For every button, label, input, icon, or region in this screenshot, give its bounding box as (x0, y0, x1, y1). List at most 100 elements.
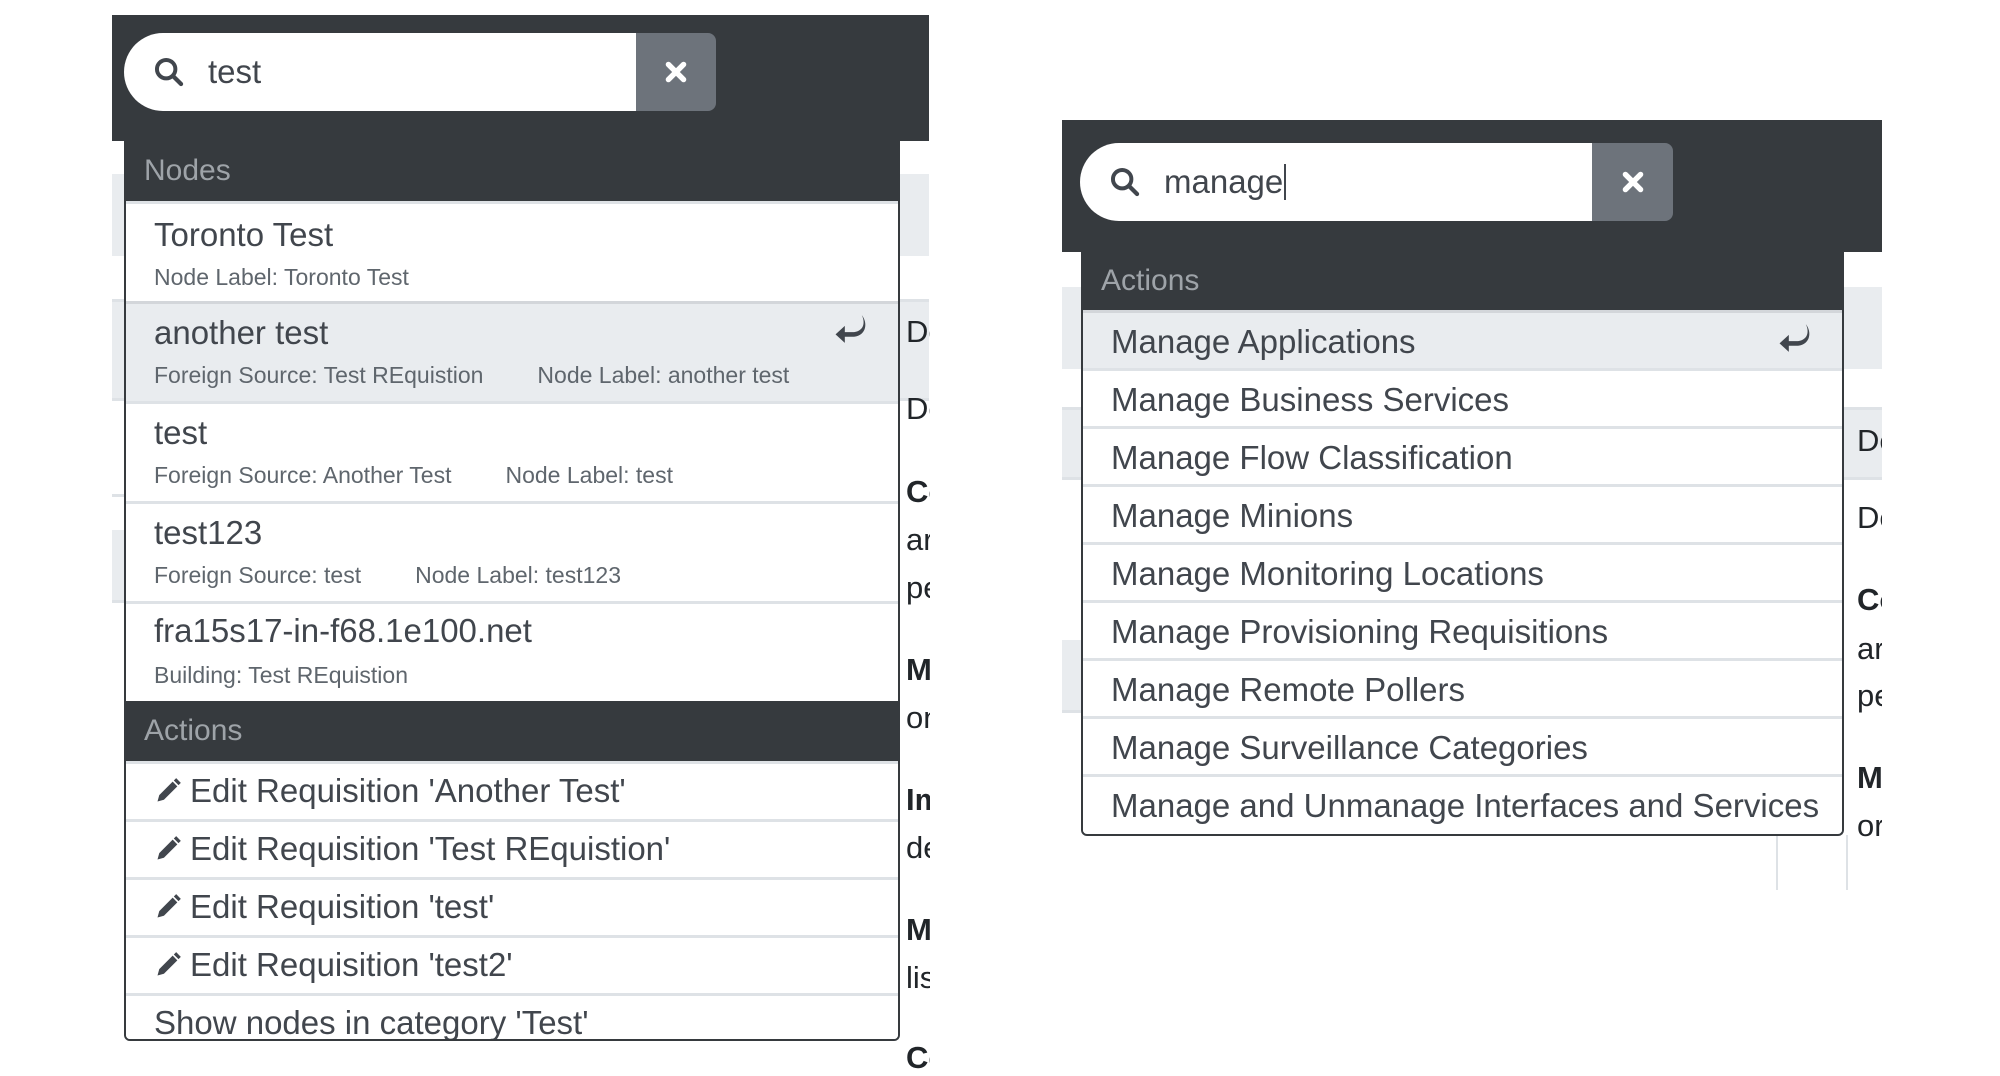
search-field[interactable]: test (124, 33, 636, 111)
action-item[interactable]: Edit Requisition 'Test REquistion' (126, 819, 898, 877)
action-item[interactable]: Manage Flow Classification (1083, 426, 1842, 484)
action-label: Manage Flow Classification (1111, 439, 1513, 476)
search-icon (1110, 167, 1140, 197)
action-item[interactable]: Manage Monitoring Locations (1083, 542, 1842, 600)
background-text: pe (906, 570, 930, 605)
close-icon (1622, 171, 1643, 193)
node-detail: Foreign Source: Another Test (154, 462, 452, 488)
section-heading-actions: Actions (1083, 252, 1842, 310)
background-text: or (1857, 808, 1882, 843)
background-text: on (906, 700, 930, 735)
background-text: Co (906, 474, 930, 509)
background-text: pe (1857, 678, 1882, 713)
action-label: Manage Monitoring Locations (1111, 555, 1544, 592)
action-item[interactable]: Show nodes in category 'Test' (126, 993, 898, 1041)
enter-icon (1779, 324, 1810, 352)
background-text: M (1857, 760, 1882, 795)
background-text: De (1857, 423, 1882, 458)
search-field[interactable]: manage (1080, 143, 1592, 221)
action-label: Manage Surveillance Categories (1111, 729, 1588, 766)
action-label: Manage Applications (1111, 323, 1416, 360)
background-text: De (1857, 500, 1882, 535)
close-icon (665, 61, 687, 83)
background-text: Ma (906, 912, 930, 947)
node-title: test (154, 414, 208, 451)
action-item[interactable]: Manage and Unmanage Interfaces and Servi… (1083, 774, 1842, 832)
search-results-dropdown: Actions Manage Applications Manage Busin… (1081, 252, 1844, 836)
action-label-wrap: Edit Requisition 'Test REquistion' (154, 830, 670, 868)
action-label-wrap: Edit Requisition 'test' (154, 888, 494, 926)
action-item[interactable]: Manage Minions (1083, 484, 1842, 542)
action-label-wrap: Edit Requisition 'Another Test' (154, 772, 626, 810)
action-label: Show nodes in category 'Test' (154, 1004, 589, 1041)
action-label: Manage Provisioning Requisitions (1111, 613, 1609, 650)
node-details: Foreign Source: Another Test Node Label:… (154, 462, 673, 489)
pencil-icon (157, 778, 181, 802)
action-item[interactable]: Manage Remote Pollers (1083, 658, 1842, 716)
background-text: Co (1857, 582, 1882, 617)
clear-search-button[interactable] (1592, 143, 1673, 221)
node-details: Foreign Source: test Node Label: test123 (154, 562, 621, 589)
action-label-wrap: Edit Requisition 'test2' (154, 946, 513, 984)
background-text: De (906, 391, 930, 426)
action-label: Edit Requisition 'test2' (190, 946, 513, 983)
search-header-bar: manage (1062, 120, 1882, 252)
pencil-icon (157, 894, 181, 918)
background-text: Co (906, 1040, 930, 1075)
pencil-icon (157, 952, 181, 976)
search-input[interactable]: test (208, 53, 261, 91)
node-detail: Node Label: another test (537, 362, 790, 388)
node-result-item[interactable]: test123 Foreign Source: test Node Label:… (126, 501, 898, 601)
search-input[interactable]: manage (1164, 163, 1287, 201)
node-title: Toronto Test (154, 216, 334, 253)
node-result-item[interactable]: test Foreign Source: Another Test Node L… (126, 401, 898, 501)
node-detail: Node Label: Toronto Test (154, 264, 409, 290)
background-text: lis (906, 960, 930, 995)
background-divider (1846, 835, 1848, 890)
background-text: are (906, 522, 930, 557)
node-detail: Foreign Source: test (154, 562, 362, 588)
node-detail: Foreign Source: Test REquistion (154, 362, 484, 388)
node-title: test123 (154, 514, 263, 551)
node-details: Node Label: Toronto Test (154, 264, 409, 291)
action-label: Manage Remote Pollers (1111, 671, 1466, 708)
node-detail: Node Label: test (505, 462, 673, 488)
text-cursor (1284, 164, 1287, 200)
clear-search-button[interactable] (636, 33, 716, 111)
search-icon (154, 57, 184, 87)
action-label: Manage Business Services (1111, 381, 1510, 418)
enter-icon (835, 315, 866, 343)
action-item-selected[interactable]: Manage Applications (1083, 310, 1842, 368)
node-title: another test (154, 314, 329, 351)
section-heading-nodes: Nodes (126, 141, 898, 201)
action-item[interactable]: Manage Surveillance Categories (1083, 716, 1842, 774)
background-divider (1776, 835, 1778, 890)
node-details: Building: Test REquistion (154, 662, 408, 689)
action-label: Edit Requisition 'Test REquistion' (190, 830, 671, 867)
search-input-value: manage (1164, 163, 1284, 200)
search-results-dropdown: Nodes Toronto Test Node Label: Toronto T… (124, 141, 900, 1041)
action-item[interactable]: Edit Requisition 'Another Test' (126, 761, 898, 819)
action-item[interactable]: Edit Requisition 'test' (126, 877, 898, 935)
node-title: fra15s17-in-f68.1e100.net (154, 612, 532, 649)
section-heading-actions: Actions (126, 701, 898, 761)
background-text: de (906, 830, 930, 865)
pencil-icon (157, 836, 181, 860)
action-label: Manage and Unmanage Interfaces and Servi… (1111, 787, 1820, 824)
action-label: Manage Minions (1111, 497, 1354, 534)
action-item[interactable]: Manage Provisioning Requisitions (1083, 600, 1842, 658)
search-header-bar: test (112, 15, 929, 141)
node-detail: Building: Test REquistion (154, 662, 408, 688)
background-text: ar (1857, 631, 1882, 666)
action-item[interactable]: Edit Requisition 'test2' (126, 935, 898, 993)
node-result-item[interactable]: fra15s17-in-f68.1e100.net Building: Test… (126, 601, 898, 701)
action-label: Edit Requisition 'Another Test' (190, 772, 626, 809)
action-label: Edit Requisition 'test' (190, 888, 495, 925)
node-detail: Node Label: test123 (415, 562, 621, 588)
node-result-item[interactable]: Toronto Test Node Label: Toronto Test (126, 201, 898, 301)
node-result-item-selected[interactable]: another test Foreign Source: Test REquis… (126, 301, 898, 401)
background-text: De (906, 314, 930, 349)
background-text: Im (906, 782, 930, 817)
action-item[interactable]: Manage Business Services (1083, 368, 1842, 426)
background-text: Ma (906, 652, 930, 687)
